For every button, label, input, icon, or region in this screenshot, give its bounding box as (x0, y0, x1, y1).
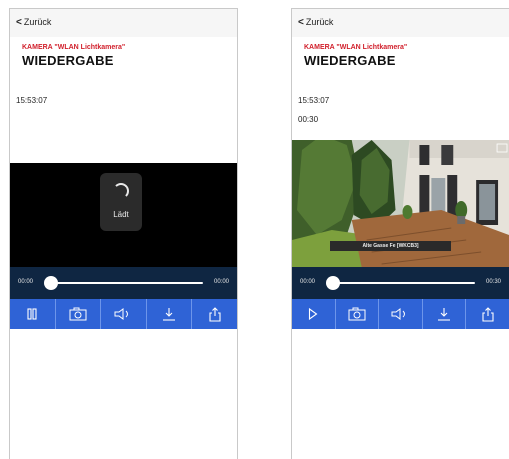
page-title: WIEDERGABE (22, 53, 114, 68)
recording-timestamp: 15:53:07 (298, 96, 330, 105)
seek-current-time: 00:00 (300, 279, 316, 285)
video-caption: Alte Gasse Fe [WKCB3] (330, 241, 451, 251)
recording-duration: 00:30 (298, 115, 319, 124)
back-label: Zurück (305, 17, 334, 27)
seek-total-time: 00:00 (213, 279, 229, 285)
back-button[interactable]: < Zurück (298, 17, 333, 28)
camera-name-label: KAMERA "WLAN Lichtkamera" (22, 44, 126, 51)
share-icon (482, 306, 494, 322)
pause-button[interactable] (10, 299, 56, 329)
seek-bar: 00:00 00:00 (10, 267, 237, 299)
seek-slider-thumb[interactable] (44, 276, 58, 290)
playback-toolbar (292, 299, 509, 329)
video-player[interactable]: Lädt (10, 163, 237, 267)
volume-button[interactable] (101, 299, 147, 329)
seek-total-time: 00:30 (485, 279, 501, 285)
navigation-bar: < Zurück (292, 9, 509, 37)
snapshot-icon (69, 307, 87, 321)
play-button[interactable] (292, 299, 336, 329)
playback-toolbar (10, 299, 237, 329)
seek-track[interactable] (44, 276, 203, 290)
seek-track[interactable] (326, 276, 475, 290)
play-icon (309, 308, 318, 320)
back-button[interactable]: < Zurück (16, 17, 51, 28)
share-button[interactable] (466, 299, 509, 329)
pause-icon (27, 308, 37, 320)
recording-timestamp: 15:53:07 (16, 96, 48, 105)
camera-name-label: KAMERA "WLAN Lichtkamera" (304, 44, 408, 51)
navigation-bar: < Zurück (10, 9, 237, 37)
volume-button[interactable] (379, 299, 423, 329)
download-button[interactable] (147, 299, 193, 329)
volume-icon (391, 308, 406, 320)
phone-screen-playback: < Zurück KAMERA "WLAN Lichtkamera" WIEDER… (291, 8, 509, 459)
loading-indicator: Lädt (100, 173, 142, 231)
seek-bar: 00:00 00:30 (292, 267, 509, 299)
seek-slider-thumb[interactable] (326, 276, 340, 290)
chevron-left-icon: < (16, 17, 22, 28)
page-title: WIEDERGABE (304, 53, 396, 68)
seek-current-time: 00:00 (18, 279, 34, 285)
download-icon (438, 308, 451, 321)
phone-screen-loading: < Zurück KAMERA "WLAN Lichtkamera" WIEDER… (9, 8, 238, 459)
download-button[interactable] (423, 299, 467, 329)
snapshot-button[interactable] (336, 299, 380, 329)
download-icon (163, 308, 176, 321)
share-button[interactable] (192, 299, 237, 329)
share-icon (209, 306, 221, 322)
video-player[interactable]: Alte Gasse Fe [WKCB3] (292, 140, 509, 267)
back-label: Zurück (23, 17, 52, 27)
snapshot-icon (348, 307, 366, 321)
snapshot-button[interactable] (56, 299, 102, 329)
loading-label: Lädt (113, 210, 129, 219)
chevron-left-icon: < (298, 17, 304, 28)
spinner-icon (113, 183, 129, 199)
volume-icon (114, 308, 129, 320)
